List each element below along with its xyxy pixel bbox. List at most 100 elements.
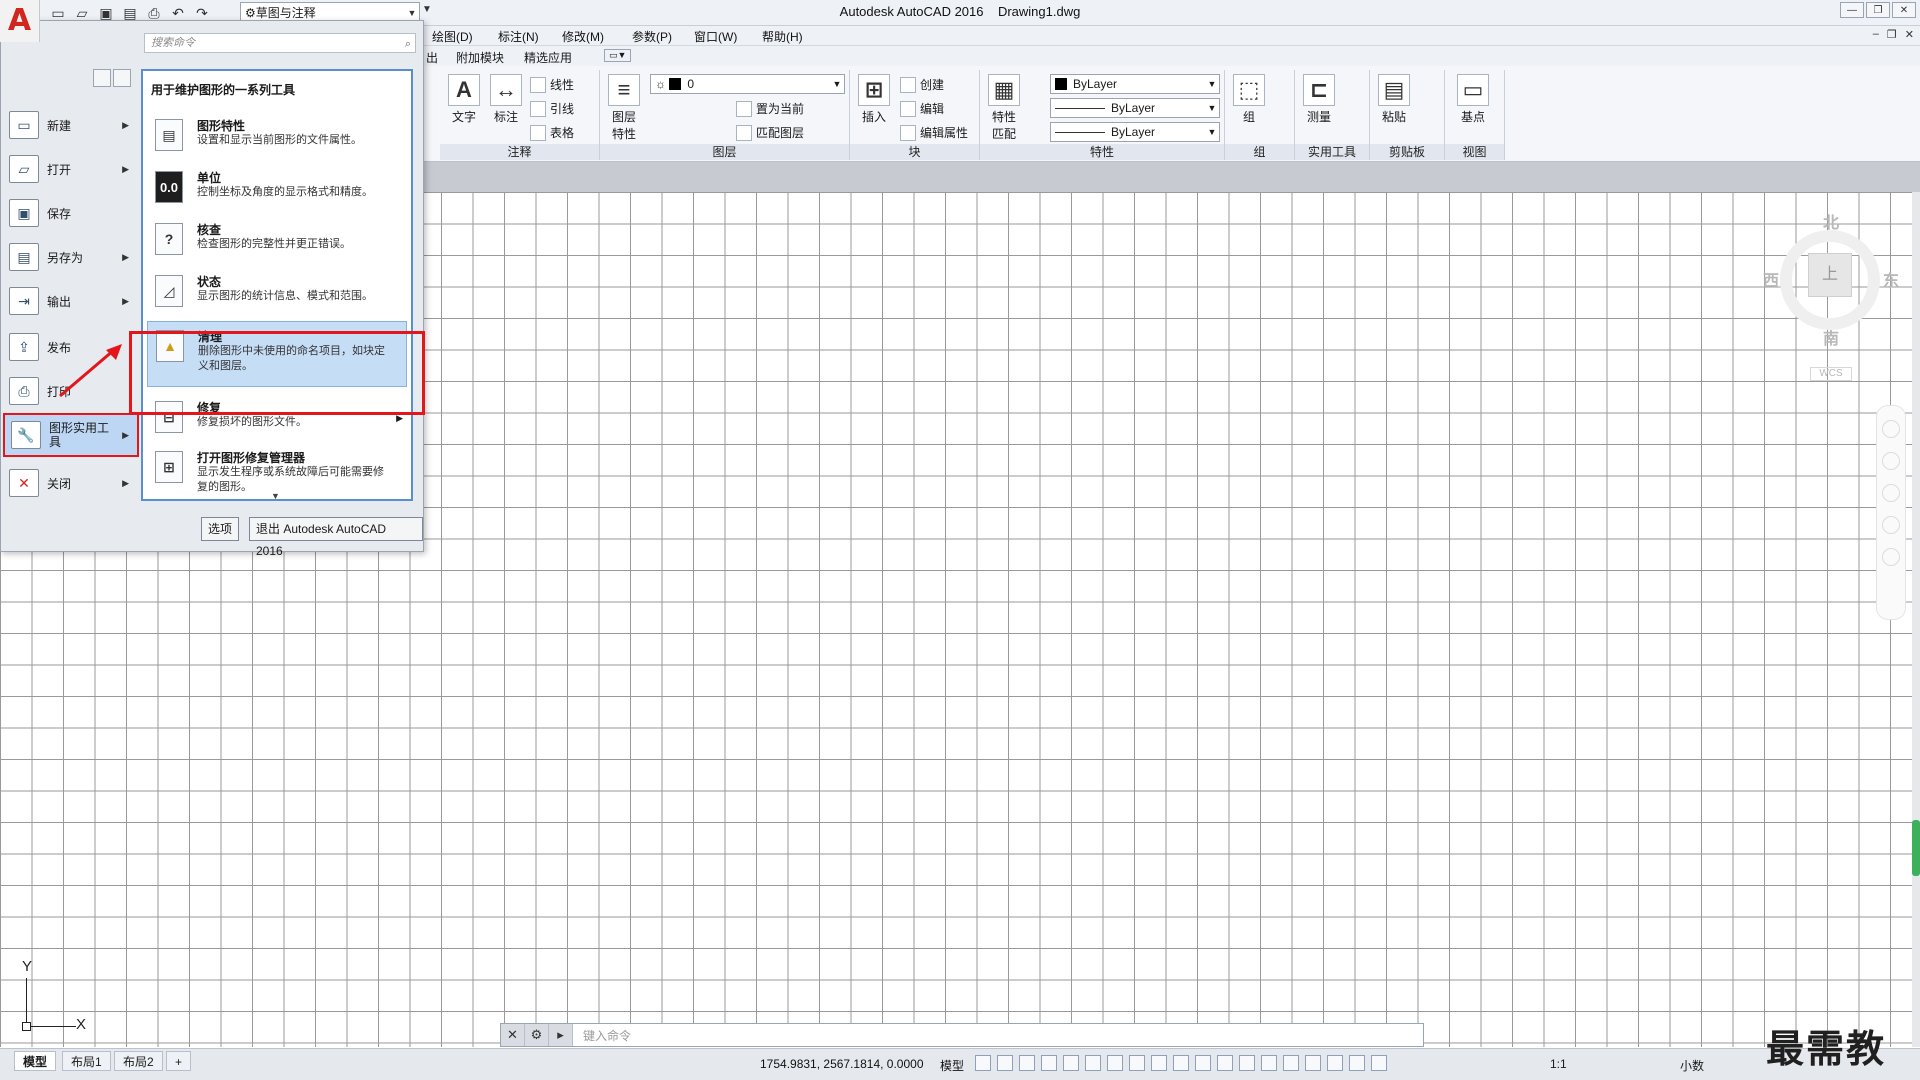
menu-parametric[interactable]: 参数(P) [632, 28, 672, 45]
dynamic-ucs-icon[interactable] [1261, 1055, 1277, 1071]
match-properties-button[interactable]: ▦ 特性 匹配 [984, 74, 1024, 142]
submenu-item-audit[interactable]: ? 核查 检查图形的完整性并更正错误。 [147, 215, 407, 267]
submenu-item-recovery-manager[interactable]: ⊞ 打开图形修复管理器 显示发生程序或系统故障后可能需要修复的图形。 [147, 443, 407, 497]
units-select[interactable]: 小数 [1680, 1057, 1704, 1074]
menu-item-close[interactable]: ✕ 关闭 ▶ [9, 463, 137, 503]
menu-modify[interactable]: 修改(M) [562, 28, 604, 45]
menu-item-save[interactable]: ▣ 保存 [9, 193, 137, 233]
showmotion-icon[interactable] [1882, 548, 1900, 566]
leader-button[interactable]: 引线 [530, 100, 574, 117]
panel-title-clipboard[interactable]: 剪贴板 [1370, 144, 1444, 160]
options-button[interactable]: 选项 [201, 517, 240, 541]
transparency-icon[interactable] [1195, 1055, 1211, 1071]
steering-wheel-icon[interactable] [1882, 420, 1900, 438]
submenu-item-drawing-properties[interactable]: ▤ 图形特性 设置和显示当前图形的文件属性。 [147, 111, 407, 163]
compass-north[interactable]: 北 [1823, 209, 1839, 233]
panel-title-annotation[interactable]: 注释 [440, 144, 599, 160]
coordinates-readout[interactable]: 1754.9831, 2567.1814, 0.0000 [760, 1057, 924, 1071]
maximize-button[interactable]: ❐ [1866, 2, 1890, 18]
paste-button[interactable]: ▤ 粘贴 [1374, 74, 1414, 125]
doc-close-button[interactable]: ✕ [1905, 28, 1914, 41]
panel-title-layers[interactable]: 图层 [600, 144, 849, 160]
panel-title-view[interactable]: 视图 [1445, 144, 1504, 160]
tab-featured-apps[interactable]: 精选应用 [524, 49, 572, 66]
doc-restore-button[interactable]: ❐ [1887, 28, 1897, 41]
ribbon-minimize-icon[interactable]: ▭▼ [604, 49, 632, 62]
menu-item-drawing-utilities[interactable]: 🔧 图形实用工 具 ▶ [3, 413, 139, 457]
orbit-icon[interactable] [1882, 516, 1900, 534]
close-button[interactable]: ✕ [1892, 2, 1916, 18]
scroll-down-icon[interactable]: ▼ [271, 491, 280, 501]
create-block-button[interactable]: 创建 [900, 76, 944, 93]
menu-item-open[interactable]: ▱ 打开 ▶ [9, 149, 137, 189]
annotation-scale[interactable]: 1:1 [1550, 1057, 1567, 1071]
pan-icon[interactable] [1882, 452, 1900, 470]
command-prompt-icon[interactable]: ▸ [549, 1024, 573, 1046]
compass-south[interactable]: 南 [1823, 325, 1839, 349]
ortho-icon[interactable] [1063, 1055, 1079, 1071]
match-layer-button[interactable]: 匹配图层 [736, 124, 804, 141]
text-button[interactable]: A 文字 [444, 74, 484, 125]
layer-combo[interactable]: ☼ 0 ▼ [650, 74, 845, 94]
panel-title-block[interactable]: 块 [850, 144, 979, 160]
viewcube-top-face[interactable]: 上 [1808, 253, 1852, 297]
minimize-button[interactable]: — [1840, 2, 1864, 18]
menu-dimension[interactable]: 标注(N) [498, 28, 539, 45]
table-button[interactable]: 表格 [530, 124, 574, 141]
snap-icon[interactable] [997, 1055, 1013, 1071]
gizmo-icon[interactable] [1305, 1055, 1321, 1071]
model-space-toggle[interactable]: 模型 [940, 1057, 964, 1074]
measure-button[interactable]: ⊏ 测量 [1299, 74, 1339, 125]
submenu-item-status[interactable]: ◿ 状态 显示图形的统计信息、模式和范围。 [147, 267, 407, 319]
customize-icon[interactable]: ⚙ [525, 1024, 549, 1046]
menu-draw[interactable]: 绘图(D) [432, 28, 473, 45]
annotation-scale-icon[interactable] [1371, 1055, 1387, 1071]
add-layout-button[interactable]: + [166, 1051, 192, 1071]
recent-documents-icon[interactable] [93, 69, 111, 87]
application-menu-button[interactable]: A [0, 0, 40, 42]
panel-title-group[interactable]: 组 [1225, 144, 1294, 160]
isodraft-icon[interactable] [1107, 1055, 1123, 1071]
compass-east[interactable]: 东 [1883, 267, 1899, 291]
group-button[interactable]: ⬚ 组 [1229, 74, 1269, 125]
insert-button[interactable]: ⊞ 插入 [854, 74, 894, 125]
polar-icon[interactable] [1085, 1055, 1101, 1071]
dimension-button[interactable]: ↔ 标注 [486, 74, 526, 125]
tab-addins[interactable]: 附加模块 [456, 49, 504, 66]
layer-properties-button[interactable]: ≡ 图层 特性 [604, 74, 644, 142]
vertical-scrollbar[interactable] [1912, 192, 1920, 1047]
close-icon[interactable]: ✕ [501, 1024, 525, 1046]
dynamic-input-icon[interactable] [1041, 1055, 1057, 1071]
selection-cycling-icon[interactable] [1217, 1055, 1233, 1071]
color-combo[interactable]: ByLayer ▼ [1050, 74, 1220, 94]
tab-model[interactable]: 模型 [14, 1051, 57, 1071]
tab-layout1[interactable]: 布局1 [62, 1051, 111, 1071]
menu-item-export[interactable]: ⇥ 输出 ▶ [9, 281, 137, 321]
set-current-button[interactable]: 置为当前 [736, 100, 804, 117]
submenu-item-units[interactable]: 0.0 单位 控制坐标及角度的显示格式和精度。 [147, 163, 407, 215]
submenu-item-recover[interactable]: ⊟ 修复 修复损坏的图形文件。 ▶ [147, 393, 407, 445]
edit-attributes-button[interactable]: 编辑属性 [900, 124, 968, 141]
menu-item-new[interactable]: ▭ 新建 ▶ [9, 105, 137, 145]
object-snap-icon[interactable] [1151, 1055, 1167, 1071]
linetype-combo[interactable]: ByLayer ▼ [1050, 98, 1220, 118]
menu-window[interactable]: 窗口(W) [694, 28, 737, 45]
search-input[interactable]: 搜索命令 ⌕ [144, 33, 416, 53]
viewcube[interactable]: 上 北 南 东 西 WCS [1755, 205, 1905, 385]
annotation-visibility-icon[interactable] [1327, 1055, 1343, 1071]
tab-output[interactable]: 出 [426, 49, 438, 66]
linear-button[interactable]: 线性 [530, 76, 574, 93]
compass-west[interactable]: 西 [1763, 267, 1779, 291]
submenu-item-purge[interactable]: ▲ 清理 删除图形中未使用的命名项目，如块定义和图层。 [147, 321, 407, 387]
qat-customize-icon[interactable]: ▼ [422, 4, 432, 15]
menu-item-save-as[interactable]: ▤ 另存为 ▶ [9, 237, 137, 277]
open-documents-icon[interactable] [113, 69, 131, 87]
doc-minimize-button[interactable]: – [1873, 28, 1879, 41]
wcs-menu[interactable]: WCS [1810, 367, 1852, 381]
panel-title-utilities[interactable]: 实用工具 [1295, 144, 1369, 160]
command-input[interactable]: 键入命令 [573, 1027, 631, 1044]
tab-layout2[interactable]: 布局2 [114, 1051, 163, 1071]
selection-filter-icon[interactable] [1283, 1055, 1299, 1071]
infer-icon[interactable] [1019, 1055, 1035, 1071]
grid-icon[interactable] [975, 1055, 991, 1071]
